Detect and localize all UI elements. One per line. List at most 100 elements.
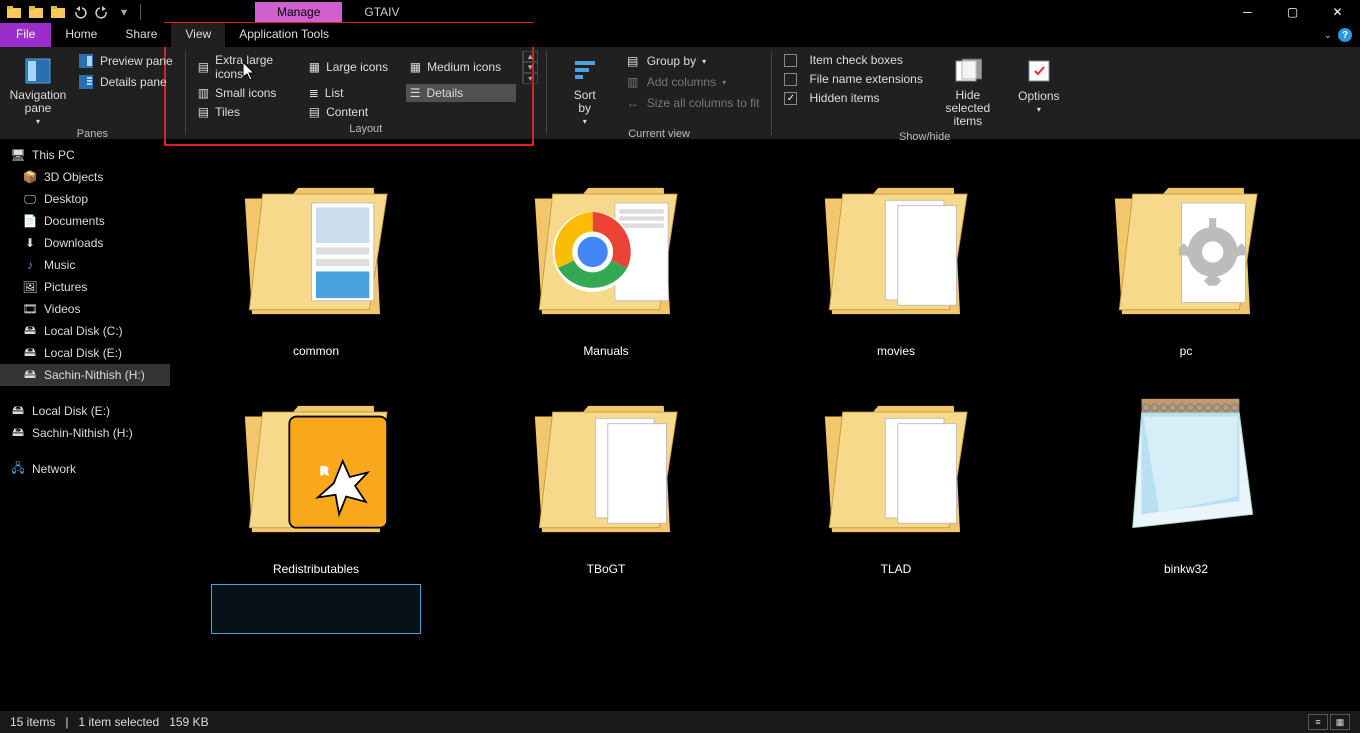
tree-network[interactable]: 🖧Network: [0, 458, 170, 480]
layout-tiles[interactable]: ▤Tiles: [194, 103, 304, 121]
file-item[interactable]: movies: [766, 148, 1026, 358]
file-thumbnail: [501, 584, 711, 634]
file-item[interactable]: [1056, 584, 1316, 634]
file-item[interactable]: TLAD: [766, 366, 1026, 576]
view-large-icon[interactable]: ▦: [1330, 714, 1350, 730]
ribbon-group-panes: Navigation pane ▾ Preview pane Details p…: [0, 47, 185, 139]
ribbon: Navigation pane ▾ Preview pane Details p…: [0, 47, 1360, 140]
tab-view[interactable]: View: [171, 23, 225, 47]
file-label: common: [293, 344, 339, 358]
file-thumbnail: [791, 584, 1001, 634]
sort-by-button[interactable]: Sort by ▾: [555, 51, 615, 126]
group-label-layout: Layout: [194, 121, 538, 137]
tree-item[interactable]: 🖴Local Disk (E:): [0, 342, 170, 364]
layout-gallery-scroll[interactable]: ▲▼▾: [522, 51, 538, 84]
svg-text:R: R: [320, 465, 328, 477]
file-item[interactable]: common: [186, 148, 446, 358]
file-label: Manuals: [583, 344, 628, 358]
tree-item[interactable]: 🎞Videos: [0, 298, 170, 320]
folder-icon: [4, 2, 24, 22]
hidden-items-toggle[interactable]: ✓Hidden items: [780, 89, 926, 107]
options-label: Options: [1018, 89, 1059, 103]
tree-item[interactable]: 🖴Local Disk (C:): [0, 320, 170, 342]
preview-pane-button[interactable]: Preview pane: [74, 51, 177, 71]
group-by-button[interactable]: ▤Group by▾: [621, 51, 764, 71]
details-pane-button[interactable]: Details pane: [74, 72, 177, 92]
layout-extra-large-icons[interactable]: ▤Extra large icons: [194, 51, 304, 83]
layout-large-icons[interactable]: ▦Large icons: [305, 51, 405, 83]
chevron-down-icon[interactable]: ▾: [114, 2, 134, 22]
size-all-columns-button[interactable]: ↔Size all columns to fit: [621, 93, 764, 113]
file-grid[interactable]: common Manuals movies pc R Redistributab…: [170, 140, 1360, 700]
tree-item[interactable]: 🖴Sachin-Nithish (H:): [0, 422, 170, 444]
close-button[interactable]: ✕: [1315, 0, 1360, 23]
file-extensions-toggle[interactable]: File name extensions: [780, 70, 926, 88]
file-item[interactable]: [766, 584, 1026, 634]
status-item-count: 15 items: [10, 715, 55, 729]
undo-icon[interactable]: [70, 2, 90, 22]
file-label: TLAD: [881, 562, 912, 576]
title-bar: ▾ Manage GTAIV ─ ▢ ✕: [0, 0, 1360, 23]
file-label: TBoGT: [587, 562, 626, 576]
file-item[interactable]: [186, 584, 446, 634]
help-icon[interactable]: ?: [1338, 28, 1352, 42]
tab-file[interactable]: File: [0, 23, 51, 47]
file-item[interactable]: [476, 584, 736, 634]
file-item[interactable]: Manuals: [476, 148, 736, 358]
context-tab-manage[interactable]: Manage: [255, 2, 342, 22]
options-button[interactable]: Options ▾: [1009, 51, 1069, 114]
tree-item[interactable]: 🖴Local Disk (E:): [0, 400, 170, 422]
status-bar: 15 items | 1 item selected 159 KB ≡ ▦: [0, 711, 1360, 733]
tree-item[interactable]: ⬇Downloads: [0, 232, 170, 254]
separator: |: [65, 715, 68, 729]
tree-this-pc[interactable]: 🖥This PC: [0, 144, 170, 166]
layout-content[interactable]: ▤Content: [305, 103, 405, 121]
file-item[interactable]: TBoGT: [476, 366, 736, 576]
collapse-ribbon-icon[interactable]: ⌄: [1324, 30, 1332, 41]
file-item[interactable]: pc: [1056, 148, 1316, 358]
file-thumbnail: [1081, 584, 1291, 634]
layout-medium-icons[interactable]: ▦Medium icons: [406, 51, 516, 83]
file-label: Redistributables: [273, 562, 359, 576]
chevron-down-icon: ▾: [36, 117, 40, 126]
add-columns-button[interactable]: ▥Add columns▾: [621, 72, 764, 92]
file-thumbnail: [1081, 148, 1291, 338]
file-thumbnail: [501, 148, 711, 338]
layout-list[interactable]: ≣List: [305, 84, 405, 102]
tree-item[interactable]: 🖼Pictures: [0, 276, 170, 298]
layout-small-icons[interactable]: ▥Small icons: [194, 84, 304, 102]
status-selection: 1 item selected: [78, 715, 159, 729]
navigation-tree[interactable]: 🖥This PC 📦3D Objects 🖵Desktop 📄Documents…: [0, 140, 170, 700]
file-item[interactable]: R Redistributables: [186, 366, 446, 576]
file-thumbnail: [791, 366, 1001, 556]
redo-icon[interactable]: [92, 2, 112, 22]
item-checkboxes-toggle[interactable]: Item check boxes: [780, 51, 926, 69]
tree-item[interactable]: 📦3D Objects: [0, 166, 170, 188]
hide-selected-button[interactable]: Hide selected items: [933, 51, 1003, 129]
file-item[interactable]: binkw32: [1056, 366, 1316, 576]
file-thumbnail: [501, 366, 711, 556]
tab-share[interactable]: Share: [111, 23, 171, 47]
group-label-current-view: Current view: [555, 126, 764, 142]
tree-item[interactable]: 🖵Desktop: [0, 188, 170, 210]
file-thumbnail: [211, 148, 421, 338]
window-title: GTAIV: [342, 2, 421, 22]
file-label: binkw32: [1164, 562, 1208, 576]
layout-details[interactable]: ☰Details: [406, 84, 516, 102]
folder-icon: [48, 2, 68, 22]
tree-item[interactable]: ♪Music: [0, 254, 170, 276]
navigation-pane-label: Navigation pane: [10, 89, 67, 115]
tree-item[interactable]: 📄Documents: [0, 210, 170, 232]
navigation-pane-button[interactable]: Navigation pane ▾: [8, 51, 68, 126]
tree-item-selected[interactable]: 🖴Sachin-Nithish (H:): [0, 364, 170, 386]
maximize-button[interactable]: ▢: [1270, 0, 1315, 23]
hide-selected-label: Hide selected items: [933, 89, 1003, 129]
tab-home[interactable]: Home: [51, 23, 111, 47]
preview-pane-label: Preview pane: [100, 54, 173, 68]
ribbon-tabstrip: File Home Share View Application Tools ⌄…: [0, 23, 1360, 47]
minimize-button[interactable]: ─: [1225, 0, 1270, 23]
tab-application-tools[interactable]: Application Tools: [225, 23, 343, 47]
chevron-down-icon: ▾: [583, 117, 587, 126]
view-details-icon[interactable]: ≡: [1308, 714, 1328, 730]
details-pane-label: Details pane: [100, 75, 167, 89]
